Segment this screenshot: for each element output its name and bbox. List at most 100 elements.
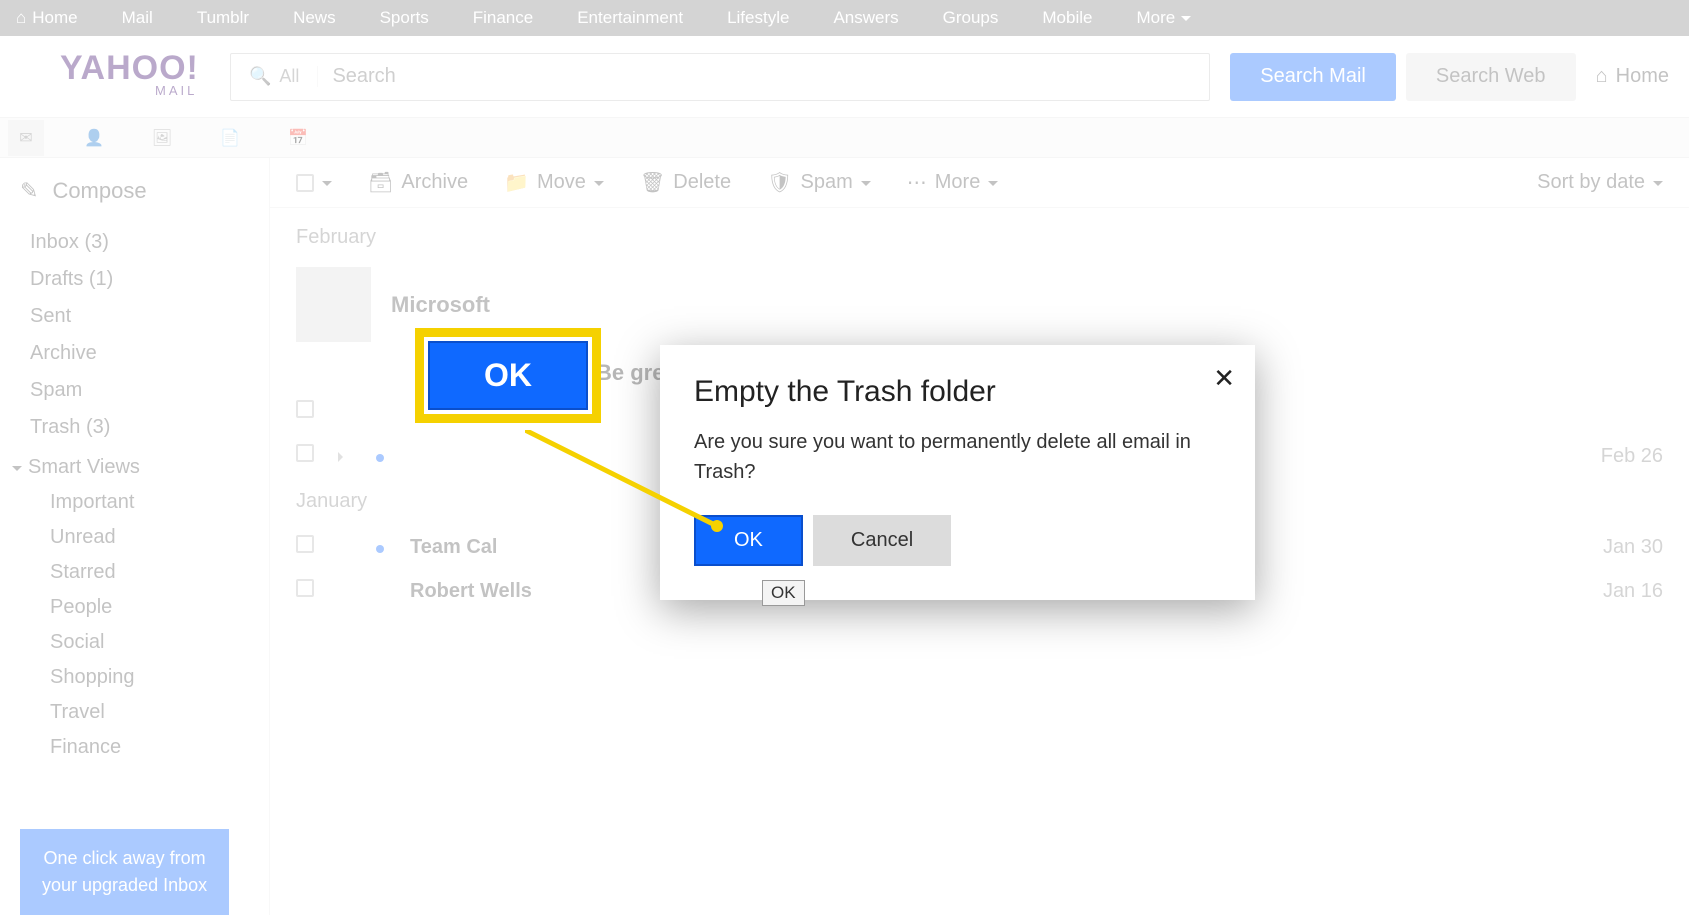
chevron-down-icon: [861, 171, 871, 194]
spam-button[interactable]: 🛡Spam: [767, 170, 871, 195]
compose-label: Compose: [52, 178, 146, 204]
dialog-title: Empty the Trash folder: [694, 375, 1221, 409]
folder-sent[interactable]: Sent: [0, 298, 269, 335]
folder-inbox[interactable]: Inbox (3): [0, 224, 269, 261]
checkbox-icon[interactable]: [296, 579, 314, 597]
folder-spam[interactable]: Spam: [0, 372, 269, 409]
nav-mobile[interactable]: Mobile: [1042, 8, 1092, 28]
tab-contacts[interactable]: 👤: [76, 120, 112, 156]
delete-button[interactable]: 🗑Delete: [640, 170, 731, 195]
folder-trash[interactable]: Trash (3): [0, 409, 269, 446]
chevron-down-icon: [988, 171, 998, 194]
sv-travel[interactable]: Travel: [0, 695, 269, 730]
checkbox-icon: [296, 174, 314, 192]
app-tabs: ✉ 👤 🖼 📄 📅: [0, 118, 1689, 158]
nav-tumblr[interactable]: Tumblr: [197, 8, 249, 28]
chevron-down-icon: [12, 456, 22, 479]
chevron-right-icon: [338, 445, 348, 467]
sv-finance[interactable]: Finance: [0, 730, 269, 765]
nav-answers[interactable]: Answers: [833, 8, 898, 28]
move-button[interactable]: 📁Move: [504, 170, 604, 195]
sender: Robert Wells: [410, 580, 670, 603]
nav-groups[interactable]: Groups: [943, 8, 999, 28]
search-icon: 🔍: [249, 66, 271, 87]
select-all[interactable]: [296, 171, 332, 194]
ok-callout-button[interactable]: OK: [428, 341, 588, 410]
archive-button[interactable]: 🗃Archive: [368, 170, 468, 195]
photos-icon: 🖼: [152, 128, 172, 148]
folder-move-icon: 📁: [504, 170, 529, 195]
tab-calendar[interactable]: 📅: [280, 120, 316, 156]
search-input[interactable]: [318, 65, 1209, 88]
tab-mail[interactable]: ✉: [8, 120, 44, 156]
trash-icon: 🗑: [640, 170, 665, 195]
home-link[interactable]: ⌂ Home: [1596, 65, 1669, 88]
shield-icon: 🛡: [767, 170, 792, 195]
sender: Team Cal: [410, 536, 670, 559]
sv-starred[interactable]: Starred: [0, 555, 269, 590]
sv-unread[interactable]: Unread: [0, 520, 269, 555]
notepad-icon: 📄: [220, 128, 240, 148]
tab-photos[interactable]: 🖼: [144, 120, 180, 156]
compose-button[interactable]: ✎ Compose: [0, 170, 269, 224]
nav-sports[interactable]: Sports: [380, 8, 429, 28]
upgrade-line2: your upgraded Inbox: [42, 872, 207, 899]
search-web-button[interactable]: Search Web: [1406, 53, 1576, 101]
folder-archive[interactable]: Archive: [0, 335, 269, 372]
sv-people[interactable]: People: [0, 590, 269, 625]
hero-thumbnail: [296, 267, 371, 342]
pencil-icon: ✎: [20, 178, 38, 204]
search-scope-label: All: [279, 66, 299, 87]
nav-home[interactable]: ⌂Home: [16, 8, 78, 28]
dialog-body: Are you sure you want to permanently del…: [694, 409, 1221, 515]
chevron-down-icon: [594, 171, 604, 194]
upgrade-banner[interactable]: One click away from your upgraded Inbox: [20, 829, 229, 915]
cancel-button[interactable]: Cancel: [813, 515, 951, 566]
smart-views-label: Smart Views: [28, 456, 140, 479]
nav-lifestyle[interactable]: Lifestyle: [727, 8, 789, 28]
nav-entertainment[interactable]: Entertainment: [577, 8, 683, 28]
checkbox-icon[interactable]: [296, 444, 314, 462]
date: Feb 26: [1573, 445, 1663, 468]
sv-shopping[interactable]: Shopping: [0, 660, 269, 695]
search-bar: 🔍 All: [230, 53, 1210, 101]
tab-notes[interactable]: 📄: [212, 120, 248, 156]
yahoo-mail-logo[interactable]: YAHOO! MAIL: [60, 55, 230, 97]
month-february: February: [296, 214, 1663, 261]
checkbox-icon[interactable]: [296, 535, 314, 553]
search-scope[interactable]: 🔍 All: [231, 66, 318, 87]
ok-callout: OK: [415, 328, 601, 423]
nav-news[interactable]: News: [293, 8, 336, 28]
logo-brand: YAHOO!: [60, 55, 230, 82]
upgrade-line1: One click away from: [42, 845, 207, 872]
chevron-down-icon: [1653, 171, 1663, 194]
mail-icon: ✉: [19, 128, 32, 148]
sv-social[interactable]: Social: [0, 625, 269, 660]
sv-important[interactable]: Important: [0, 485, 269, 520]
folder-drafts[interactable]: Drafts (1): [0, 261, 269, 298]
close-button[interactable]: ✕: [1213, 363, 1235, 394]
ok-tooltip: OK: [762, 580, 805, 606]
nav-more[interactable]: More: [1136, 8, 1191, 28]
calendar-icon: 📅: [288, 128, 308, 148]
toolbar: 🗃Archive 📁Move 🗑Delete 🛡Spam ⋯More Sort …: [270, 158, 1689, 208]
date: Jan 30: [1573, 536, 1663, 559]
top-nav: ⌂Home Mail Tumblr News Sports Finance En…: [0, 0, 1689, 36]
smart-views-header[interactable]: Smart Views: [0, 446, 269, 485]
archive-icon: 🗃: [368, 170, 393, 195]
empty-trash-dialog: ✕ Empty the Trash folder Are you sure yo…: [660, 345, 1255, 600]
nav-finance[interactable]: Finance: [473, 8, 533, 28]
more-icon: ⋯: [907, 170, 927, 195]
contacts-icon: 👤: [84, 128, 104, 148]
more-button[interactable]: ⋯More: [907, 170, 999, 195]
unread-dot-icon: [376, 454, 384, 462]
close-icon: ✕: [1213, 363, 1235, 393]
search-mail-button[interactable]: Search Mail: [1230, 53, 1396, 101]
sort-button[interactable]: Sort by date: [1537, 171, 1663, 194]
chevron-down-icon: [322, 171, 332, 194]
checkbox-icon[interactable]: [296, 400, 314, 418]
nav-mail[interactable]: Mail: [122, 8, 153, 28]
date: Jan 16: [1573, 580, 1663, 603]
chevron-down-icon: [1181, 8, 1191, 28]
ok-button[interactable]: OK: [694, 515, 803, 566]
